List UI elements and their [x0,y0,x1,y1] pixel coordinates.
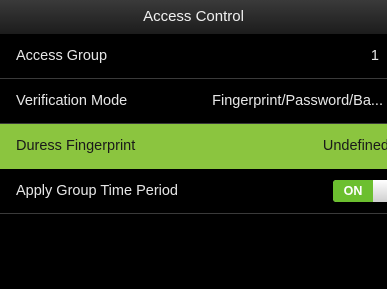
apply-group-time-period-label: Apply Group Time Period [16,183,178,199]
access-group-row[interactable]: Access Group 1 [0,34,387,79]
access-group-value: 1 [370,48,379,64]
access-control-screen: Access Control Access Group 1 Verificati… [0,0,387,289]
toggle-knob [373,180,387,202]
page-title: Access Control [0,0,387,34]
apply-group-time-period-row[interactable]: Apply Group Time Period ON [0,169,387,214]
verification-mode-label: Verification Mode [16,93,128,109]
access-group-label: Access Group [16,48,108,64]
toggle-on-label: ON [333,180,373,202]
settings-list: Access Group 1 Verification Mode Fingerp… [0,34,387,214]
apply-group-time-period-toggle[interactable]: ON [333,180,387,202]
duress-fingerprint-row[interactable]: Duress Fingerprint Undefined [0,124,387,169]
duress-fingerprint-value: Undefined [322,138,387,154]
verification-mode-row[interactable]: Verification Mode Fingerprint/Password/B… [0,79,387,124]
duress-fingerprint-label: Duress Fingerprint [16,138,136,154]
verification-mode-value: Fingerprint/Password/Ba... [212,93,383,109]
